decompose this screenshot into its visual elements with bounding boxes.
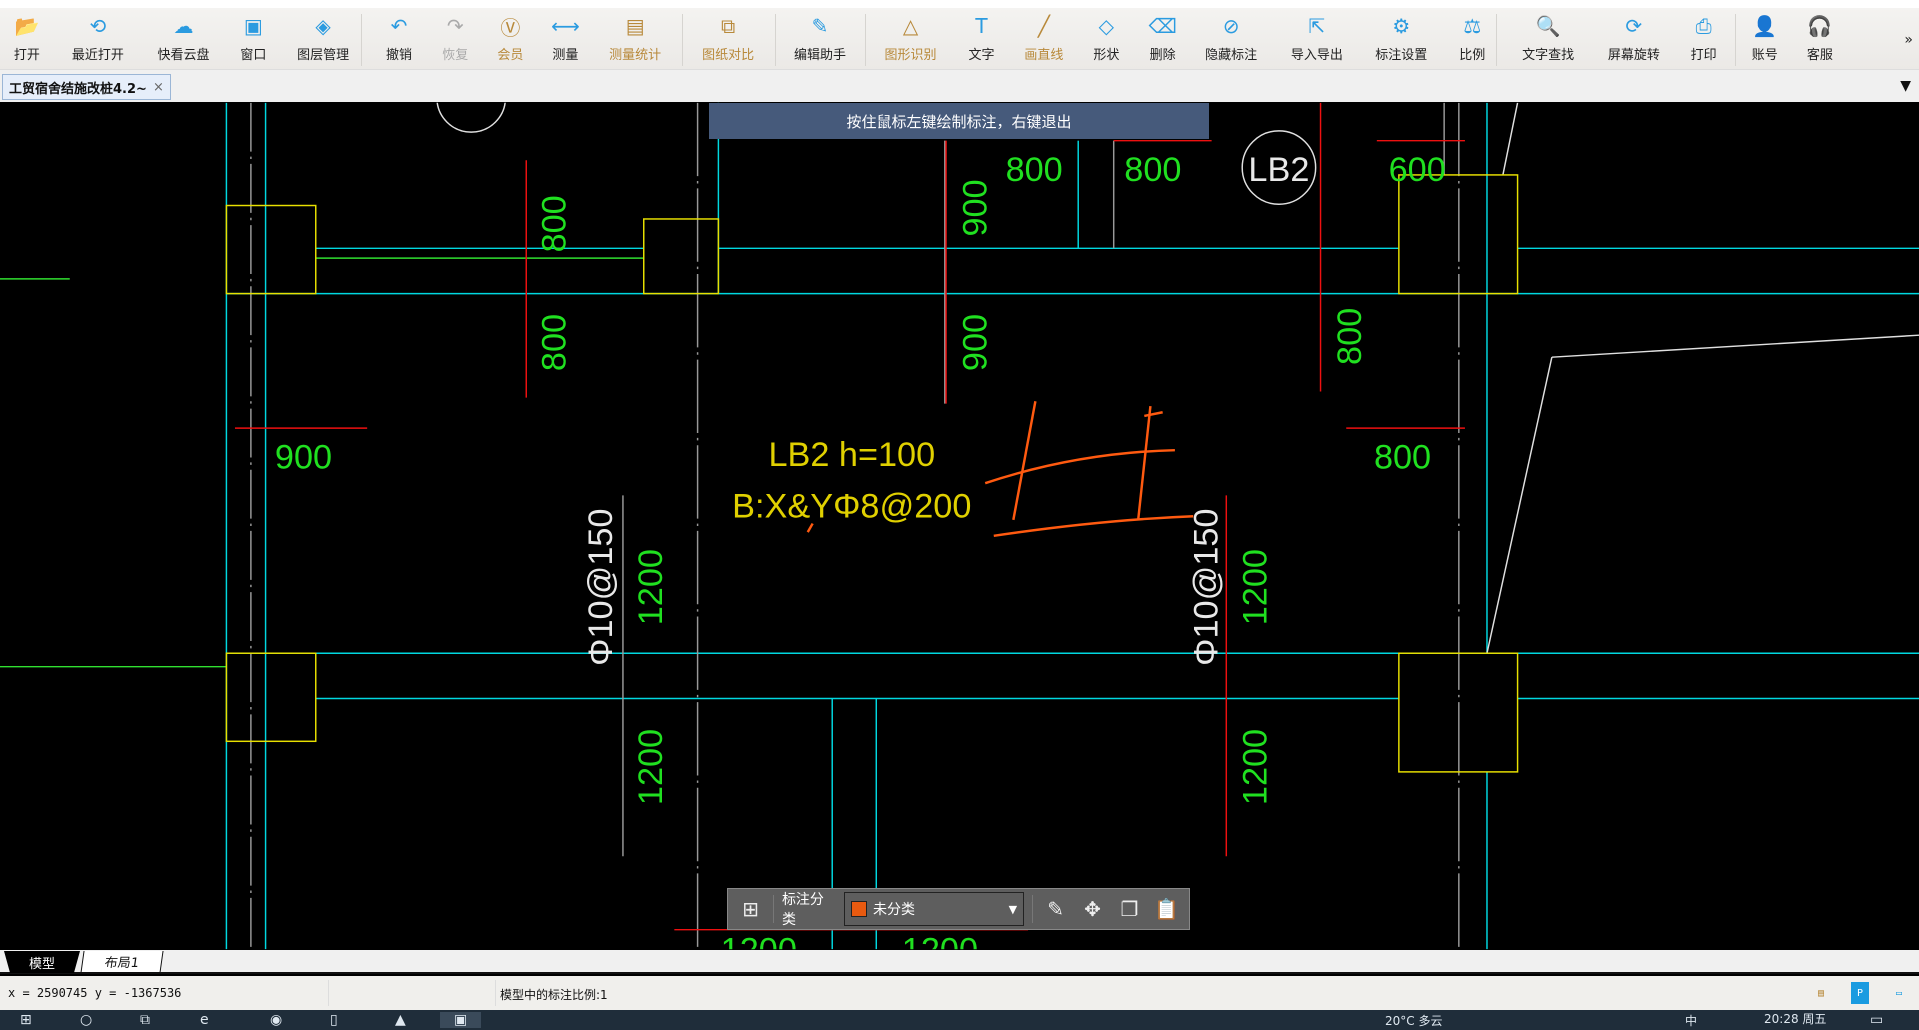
cad-drawing-canvas[interactable]: 800 800 900 900 800 800 600 800 900 800 … bbox=[0, 0, 1919, 1030]
slab-tag: LB2 bbox=[1248, 151, 1309, 189]
divider bbox=[328, 980, 329, 1006]
divider bbox=[772, 895, 774, 923]
annotation-category-select[interactable]: 未分类 ▼ bbox=[844, 892, 1025, 926]
divider bbox=[495, 980, 496, 1006]
rebar-label: Φ10@150 bbox=[582, 509, 620, 666]
annotation-scale-text: 模型中的标注比例:1 bbox=[500, 988, 608, 1002]
paste-icon[interactable]: 📋 bbox=[1152, 894, 1181, 924]
grid-apps-icon[interactable]: ⊞ bbox=[736, 894, 765, 924]
pd-mode-icon[interactable]: P bbox=[1851, 982, 1869, 1004]
copy-icon[interactable]: ❐ bbox=[1115, 894, 1144, 924]
chevron-down-icon: ▼ bbox=[1008, 902, 1018, 916]
pdf-export-icon[interactable]: ▤ bbox=[1812, 982, 1830, 1004]
dim-label: 1200 bbox=[1237, 729, 1275, 805]
dim-label: 1200 bbox=[1237, 549, 1275, 625]
clock: 20:28 周五 bbox=[1764, 1012, 1827, 1026]
divider bbox=[1032, 895, 1034, 923]
dim-label: 800 bbox=[1006, 151, 1063, 189]
edge-icon[interactable]: e bbox=[200, 1012, 209, 1028]
windows-taskbar: ⊞ ○ ⧉ e ◉ ▯ ▲ ▣ 20°C 多云 中 20:28 周五 ▭ bbox=[0, 1010, 1919, 1030]
dim-label: 800 bbox=[1331, 308, 1369, 365]
dim-label: 1200 bbox=[632, 729, 670, 805]
search-icon[interactable]: ○ bbox=[80, 1012, 92, 1028]
tab-layout1[interactable]: 布局1 bbox=[80, 951, 164, 973]
dimension-labels: 800 800 900 900 800 800 600 800 900 800 … bbox=[275, 151, 1446, 949]
annotation-toolbar: ⊞ 标注分类 未分类 ▼ ✎ ✥ ❐ 📋 bbox=[727, 888, 1190, 930]
dim-label: 600 bbox=[1389, 151, 1446, 189]
dim-label: 800 bbox=[1374, 439, 1431, 477]
edit-icon[interactable]: ✎ bbox=[1041, 894, 1070, 924]
layout-tabs: 模型 布局1 bbox=[0, 950, 1919, 974]
slab-label: LB2 h=100 bbox=[768, 436, 935, 474]
tab-model[interactable]: 模型 bbox=[4, 951, 80, 973]
weather-text: 20°C 多云 bbox=[1385, 1014, 1443, 1028]
draw-hint-banner: 按住鼠标左键绘制标注，右键退出 bbox=[709, 103, 1209, 139]
dim-label: 800 bbox=[535, 195, 573, 252]
ime-indicator[interactable]: 中 bbox=[1685, 1012, 1697, 1029]
category-color-swatch bbox=[851, 901, 868, 917]
dim-label: 900 bbox=[956, 314, 994, 371]
dim-label: 800 bbox=[1124, 151, 1181, 189]
windows-start-icon[interactable]: ⊞ bbox=[20, 1012, 32, 1028]
slab-rebar-label: B:X&YΦ8@200 bbox=[732, 487, 971, 525]
browser-icon[interactable]: ◉ bbox=[270, 1012, 282, 1028]
panel-toggle-icon[interactable]: ▭ bbox=[1890, 982, 1908, 1004]
app-icon[interactable]: ▯ bbox=[330, 1012, 338, 1028]
dim-label: 900 bbox=[275, 439, 332, 477]
dim-label: 1200 bbox=[632, 549, 670, 625]
app-icon[interactable]: ▲ bbox=[395, 1012, 406, 1028]
annotation-category-label: 标注分类 bbox=[781, 892, 824, 928]
category-value: 未分类 bbox=[873, 902, 916, 918]
status-bar: x = 2590745 y = -1367536 模型中的标注比例:1 ▤ P … bbox=[0, 976, 1919, 1010]
task-view-icon[interactable]: ⧉ bbox=[140, 1012, 150, 1028]
dim-label: 900 bbox=[956, 179, 994, 236]
notification-icon[interactable]: ▭ bbox=[1870, 1012, 1883, 1028]
cursor-coordinates: x = 2590745 y = -1367536 bbox=[8, 986, 182, 1000]
move-icon[interactable]: ✥ bbox=[1078, 894, 1107, 924]
cad-app-taskbar-icon[interactable]: ▣ bbox=[440, 1012, 482, 1028]
rebar-label: Φ10@150 bbox=[1188, 509, 1226, 666]
dim-label: 800 bbox=[535, 314, 573, 371]
